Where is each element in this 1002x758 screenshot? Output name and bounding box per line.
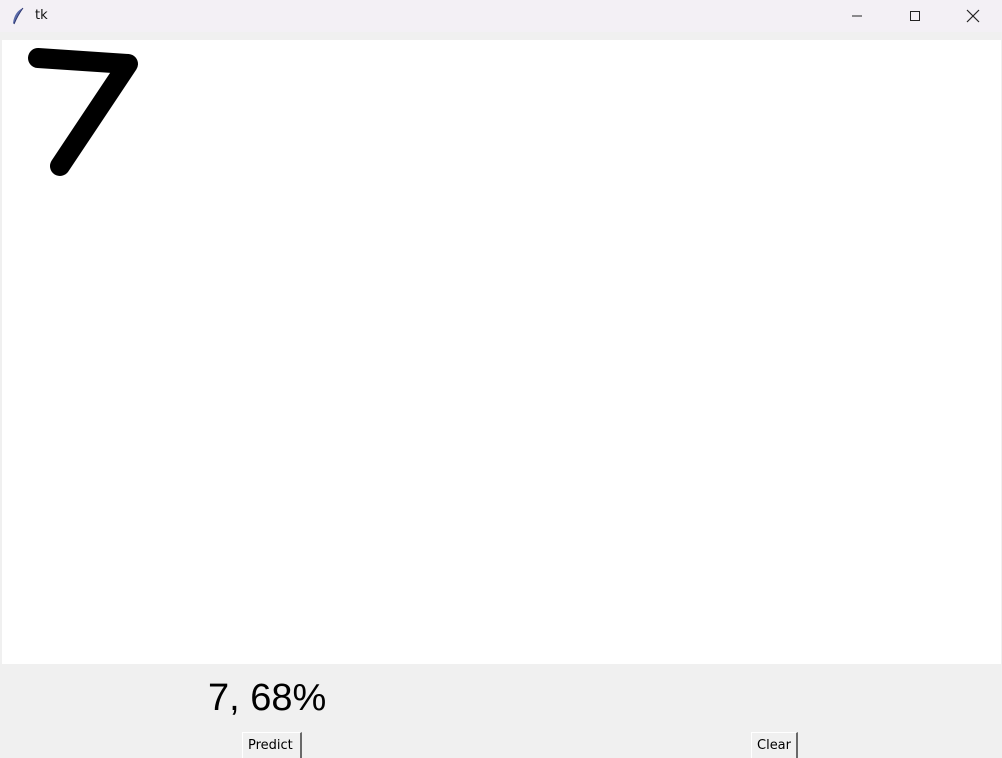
maximize-button[interactable] xyxy=(886,0,944,32)
close-button[interactable] xyxy=(944,0,1002,32)
minimize-button[interactable] xyxy=(828,0,886,32)
title-bar[interactable]: tk xyxy=(0,0,1002,32)
window-title: tk xyxy=(35,8,48,23)
minimize-icon xyxy=(851,10,863,22)
clear-button[interactable]: Clear xyxy=(751,732,798,758)
feather-icon xyxy=(11,7,25,25)
predict-button[interactable]: Predict xyxy=(242,732,302,758)
drawn-stroke xyxy=(28,48,138,176)
maximize-icon xyxy=(909,10,921,22)
close-icon xyxy=(966,9,980,23)
prediction-result: 7, 68% xyxy=(208,677,327,719)
drawing-canvas[interactable] xyxy=(2,40,1001,664)
app-window: tk 7, 68% Predict Clear xyxy=(0,0,1002,758)
